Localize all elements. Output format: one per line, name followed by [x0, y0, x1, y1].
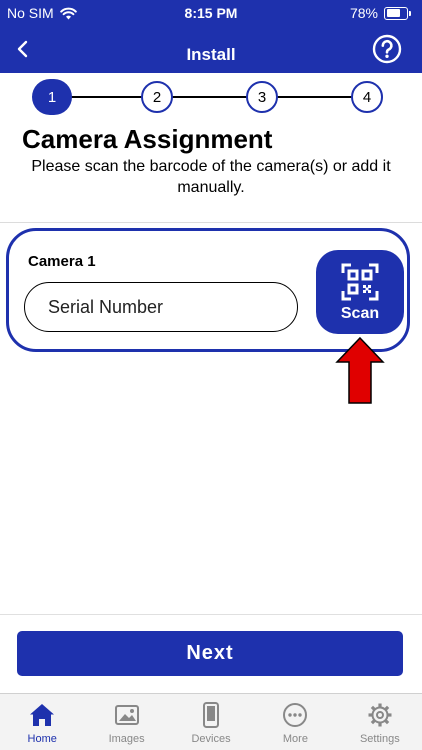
more-icon: [283, 703, 308, 727]
red-arrow-icon: [335, 336, 385, 404]
step-4: 4: [351, 81, 383, 113]
tab-label: Devices: [191, 733, 231, 745]
tab-settings[interactable]: Settings: [338, 694, 422, 750]
status-bar: No SIM 8:15 PM 78%: [0, 0, 422, 26]
tab-bar: Home Images Devices More Settings: [0, 693, 422, 750]
tab-more[interactable]: More: [253, 694, 337, 750]
tab-label: Images: [108, 733, 145, 745]
page-title: Camera Assignment: [22, 124, 273, 154]
page-header-title: Install: [186, 45, 236, 64]
images-icon: [114, 705, 139, 725]
step-1: 1: [32, 79, 72, 115]
scan-label: Scan: [340, 305, 380, 322]
divider: [0, 614, 422, 615]
tab-label: Settings: [359, 733, 400, 745]
progress-stepper: 1 2 3 4: [0, 79, 422, 115]
page-subtitle: Please scan the barcode of the camera(s)…: [31, 158, 391, 196]
home-icon: [30, 704, 55, 726]
step-2: 2: [141, 81, 173, 113]
camera-label: Camera 1: [28, 253, 96, 270]
divider: [0, 222, 422, 223]
tab-label: Home: [27, 733, 57, 745]
scan-button[interactable]: Scan: [316, 250, 404, 334]
battery-percent: 78%: [349, 5, 378, 21]
tab-images[interactable]: Images: [84, 694, 168, 750]
tab-label: More: [282, 733, 308, 745]
stepper-line: [52, 96, 367, 98]
devices-icon: [203, 702, 220, 728]
camera-card: Camera 1 Scan: [6, 228, 410, 352]
status-right: 78%: [349, 5, 411, 21]
settings-icon: [368, 703, 392, 727]
serial-number-input[interactable]: [24, 282, 298, 332]
next-button[interactable]: Next: [17, 631, 403, 676]
battery-icon: [384, 6, 411, 20]
step-3: 3: [246, 81, 278, 113]
qr-code-icon: [341, 263, 379, 301]
app-header: No SIM 8:15 PM 78% Install: [0, 0, 422, 73]
tab-home[interactable]: Home: [0, 694, 84, 750]
help-icon[interactable]: [372, 34, 402, 64]
tab-devices[interactable]: Devices: [169, 694, 253, 750]
